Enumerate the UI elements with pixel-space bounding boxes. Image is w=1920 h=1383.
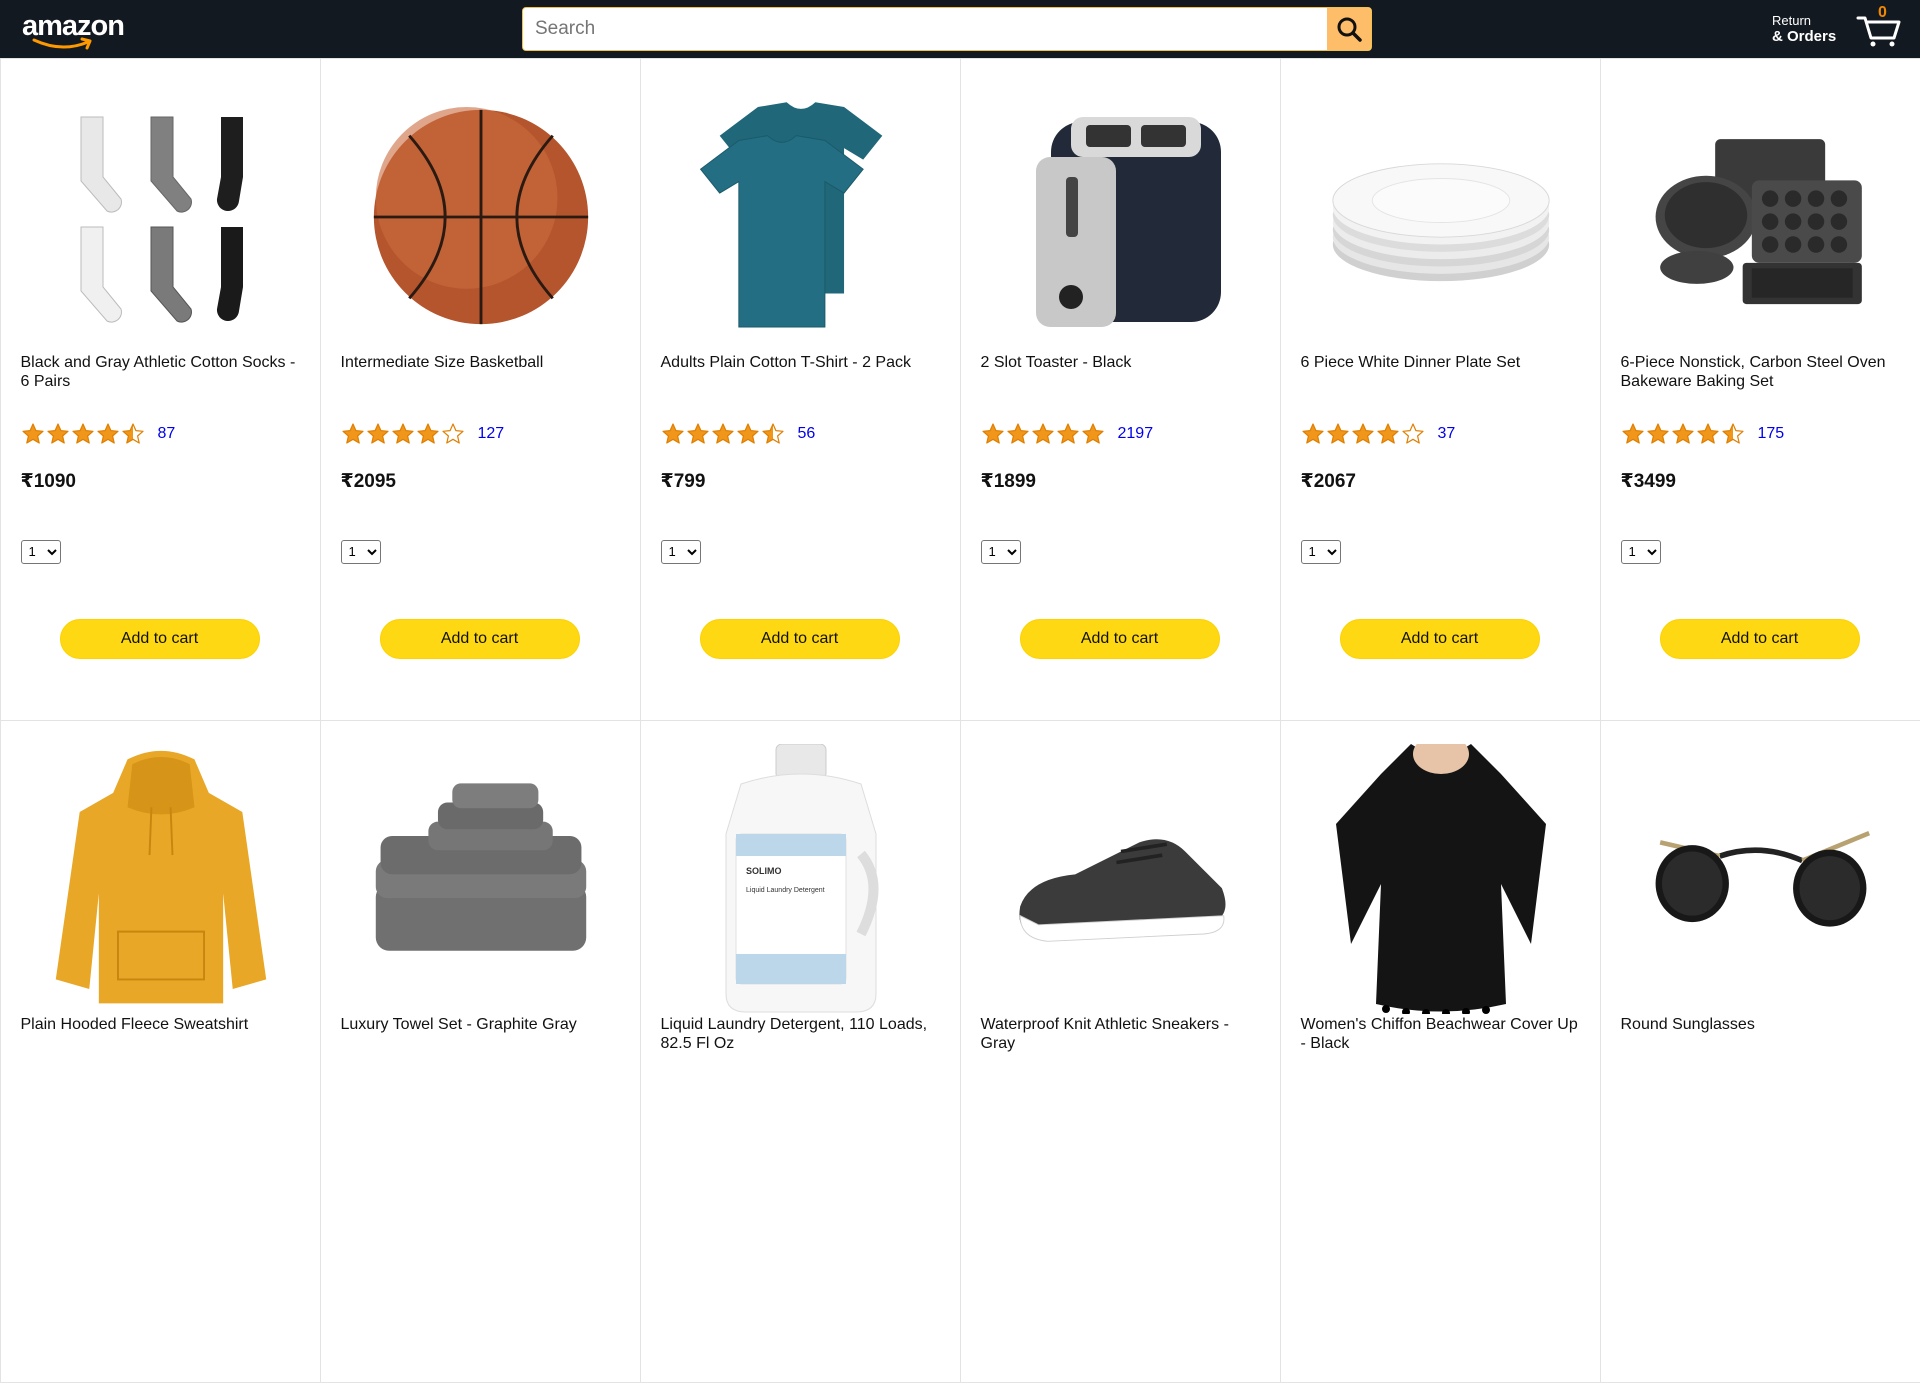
quantity-select[interactable]: 1 [1621, 540, 1661, 564]
quantity-select[interactable]: 1 [661, 540, 701, 564]
product-price: ₹799 [661, 470, 706, 493]
product-title[interactable]: 2 Slot Toaster - Black [981, 353, 1267, 372]
product-title[interactable]: Intermediate Size Basketball [341, 353, 627, 372]
product-rating: 2197 [981, 419, 1154, 449]
returns-orders-link[interactable]: Return & Orders [1772, 13, 1836, 45]
product-card: 2 Slot Toaster - Black 2197 ₹1899 1 Add … [960, 58, 1281, 721]
product-image-basketball[interactable] [371, 97, 591, 337]
product-card: 6-Piece Nonstick, Carbon Steel Oven Bake… [1600, 58, 1920, 721]
rating-count-link[interactable]: 175 [1758, 425, 1785, 443]
product-image-sunglasses[interactable] [1651, 759, 1871, 999]
add-to-cart-button[interactable]: Add to cart [1660, 619, 1860, 659]
add-to-cart-button[interactable]: Add to cart [1020, 619, 1220, 659]
search-button[interactable] [1327, 8, 1371, 50]
product-card: Plain Hooded Fleece Sweatshirt [0, 720, 321, 1383]
search-input[interactable] [523, 8, 1328, 50]
detergent-label-brand: SOLIMO [746, 866, 782, 876]
product-rating: 127 [341, 419, 505, 449]
product-rating: 56 [661, 419, 816, 449]
product-title[interactable]: Luxury Towel Set - Graphite Gray [341, 1015, 627, 1034]
product-price: ₹2095 [341, 470, 397, 493]
product-title[interactable]: 6 Piece White Dinner Plate Set [1301, 353, 1587, 372]
top-navigation-bar: amazon Return & Orders 0 [0, 0, 1920, 58]
product-title[interactable]: Waterproof Knit Athletic Sneakers - Gray [981, 1015, 1267, 1053]
product-image-sneakers[interactable] [1011, 759, 1231, 999]
product-title[interactable]: Adults Plain Cotton T-Shirt - 2 Pack [661, 353, 947, 372]
rating-count-link[interactable]: 37 [1438, 425, 1456, 443]
search-icon [1335, 15, 1363, 43]
returns-label: Return [1772, 13, 1836, 29]
rating-stars-icon [1301, 422, 1426, 446]
product-card: Adults Plain Cotton T-Shirt - 2 Pack 56 … [640, 58, 961, 721]
rating-stars-icon [981, 422, 1106, 446]
product-card: Round Sunglasses [1600, 720, 1920, 1383]
product-title[interactable]: 6-Piece Nonstick, Carbon Steel Oven Bake… [1621, 353, 1907, 391]
rating-count-link[interactable]: 56 [798, 425, 816, 443]
rating-stars-icon [341, 422, 466, 446]
rating-count-link[interactable]: 87 [158, 425, 176, 443]
product-title[interactable]: Liquid Laundry Detergent, 110 Loads, 82.… [661, 1015, 947, 1053]
product-card: SOLIMO Liquid Laundry Detergent Liquid L… [640, 720, 961, 1383]
product-rating: 175 [1621, 419, 1785, 449]
product-card: Intermediate Size Basketball 127 ₹2095 1… [320, 58, 641, 721]
product-rating: 37 [1301, 419, 1456, 449]
rating-stars-icon [661, 422, 786, 446]
rating-count-link[interactable]: 127 [478, 425, 505, 443]
product-image-coverup[interactable] [1331, 759, 1551, 999]
product-price: ₹2067 [1301, 470, 1357, 493]
quantity-select[interactable]: 1 [1301, 540, 1341, 564]
product-title[interactable]: Women's Chiffon Beachwear Cover Up - Bla… [1301, 1015, 1587, 1053]
product-image-tshirt[interactable] [691, 97, 911, 337]
amazon-logo[interactable]: amazon [22, 10, 126, 50]
product-title[interactable]: Plain Hooded Fleece Sweatshirt [21, 1015, 307, 1034]
product-price: ₹1899 [981, 470, 1037, 493]
quantity-select[interactable]: 1 [981, 540, 1021, 564]
product-card: Black and Gray Athletic Cotton Socks - 6… [0, 58, 321, 721]
add-to-cart-button[interactable]: Add to cart [60, 619, 260, 659]
rating-count-link[interactable]: 2197 [1118, 425, 1154, 443]
cart-icon [1856, 14, 1902, 48]
add-to-cart-button[interactable]: Add to cart [700, 619, 900, 659]
product-card: Waterproof Knit Athletic Sneakers - Gray [960, 720, 1281, 1383]
rating-stars-icon [21, 422, 146, 446]
product-card: Women's Chiffon Beachwear Cover Up - Bla… [1280, 720, 1601, 1383]
product-image-bakeware[interactable] [1651, 97, 1871, 337]
detergent-label-text: Liquid Laundry Detergent [746, 887, 825, 894]
product-image-socks[interactable] [51, 97, 271, 337]
product-image-towels[interactable] [371, 759, 591, 999]
orders-label: & Orders [1772, 29, 1836, 45]
quantity-select[interactable]: 1 [341, 540, 381, 564]
product-grid: Black and Gray Athletic Cotton Socks - 6… [0, 58, 1920, 1382]
product-image-plates[interactable] [1331, 97, 1551, 337]
product-title[interactable]: Black and Gray Athletic Cotton Socks - 6… [21, 353, 307, 391]
add-to-cart-button[interactable]: Add to cart [380, 619, 580, 659]
logo-smile-icon [32, 37, 96, 51]
product-price: ₹1090 [21, 470, 77, 493]
product-image-toaster[interactable] [1011, 97, 1231, 337]
product-price: ₹3499 [1621, 470, 1677, 493]
product-image-hoodie[interactable] [51, 759, 271, 999]
search-bar [522, 7, 1372, 51]
product-card: Luxury Towel Set - Graphite Gray [320, 720, 641, 1383]
rating-stars-icon [1621, 422, 1746, 446]
add-to-cart-button[interactable]: Add to cart [1340, 619, 1540, 659]
product-image-detergent[interactable]: SOLIMO Liquid Laundry Detergent [691, 759, 911, 999]
cart-button[interactable]: 0 [1856, 4, 1906, 50]
product-rating: 87 [21, 419, 176, 449]
product-card: 6 Piece White Dinner Plate Set 37 ₹2067 … [1280, 58, 1601, 721]
quantity-select[interactable]: 1 [21, 540, 61, 564]
product-title[interactable]: Round Sunglasses [1621, 1015, 1907, 1034]
